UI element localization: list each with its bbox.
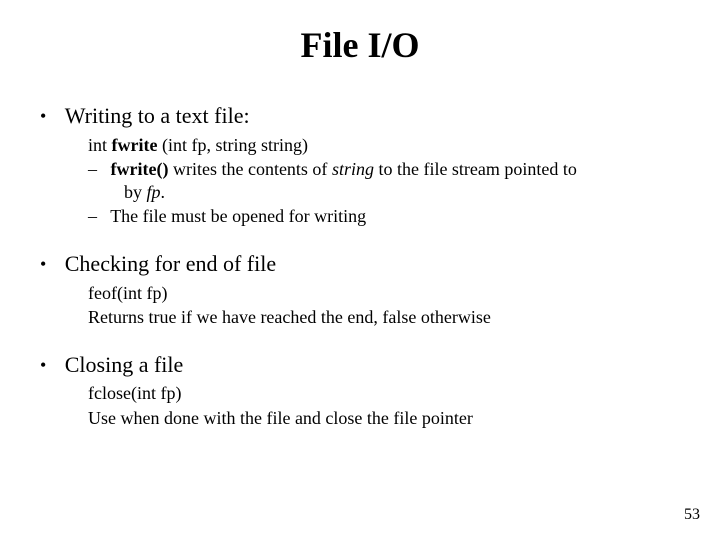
dash-text: to the file stream pointed to [374, 159, 577, 179]
slide-title: File I/O [36, 24, 684, 66]
bullet-fclose: Closing a file fclose(int fp) Use when d… [60, 351, 684, 430]
sig-bold: fwrite [112, 135, 162, 155]
bullet-list: Writing to a text file: int fwrite (int … [36, 102, 684, 429]
desc-line: Returns true if we have reached the end,… [88, 306, 684, 329]
page-number: 53 [684, 506, 700, 524]
bullet-feof: Checking for end of file feof(int fp) Re… [60, 250, 684, 329]
dash-text: writes the contents of [168, 159, 331, 179]
bullet-sub: feof(int fp) Returns true if we have rea… [60, 282, 684, 329]
dash-list: fwrite() writes the contents of string t… [88, 158, 684, 228]
bullet-sub: int fwrite (int fp, string string) fwrit… [60, 134, 684, 228]
signature-line: int fwrite (int fp, string string) [88, 134, 684, 157]
desc-line: Use when done with the file and close th… [88, 407, 684, 430]
dash-ital: string [332, 159, 374, 179]
bullet-head: Checking for end of file [65, 251, 276, 276]
signature-line: fclose(int fp) [88, 382, 684, 405]
dash-bold: fwrite() [111, 159, 169, 179]
sig-post: (int fp, string string) [162, 135, 308, 155]
dash-item: The file must be opened for writing [106, 205, 684, 228]
bullet-head: Closing a file [65, 352, 184, 377]
dash-text: The file must be opened for writing [110, 206, 366, 226]
bullet-writing: Writing to a text file: int fwrite (int … [60, 102, 684, 228]
dash-item: fwrite() writes the contents of string t… [106, 158, 684, 203]
dash-text: . [161, 182, 166, 202]
slide: File I/O Writing to a text file: int fwr… [0, 0, 720, 540]
bullet-sub: fclose(int fp) Use when done with the fi… [60, 382, 684, 429]
dash-ital: fp [147, 182, 161, 202]
signature-line: feof(int fp) [88, 282, 684, 305]
bullet-head: Writing to a text file: [65, 103, 250, 128]
dash-continuation: by fp. [106, 181, 684, 204]
dash-text: by [124, 182, 147, 202]
slide-content: Writing to a text file: int fwrite (int … [36, 102, 684, 429]
sig-pre: int [88, 135, 112, 155]
